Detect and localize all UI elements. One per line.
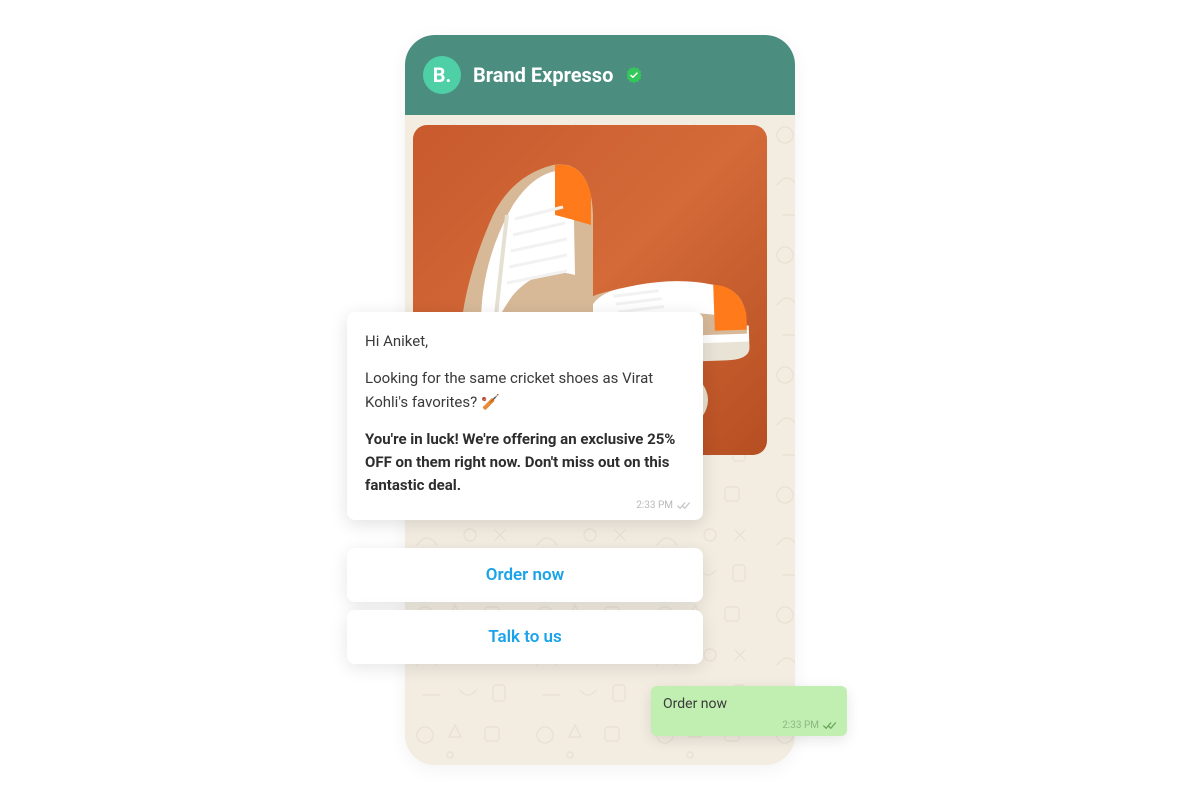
reply-timestamp: 2:33 PM [782,720,819,731]
message-timestamp: 2:33 PM [636,498,673,514]
brand-avatar[interactable]: B. [423,56,461,94]
order-now-button[interactable]: Order now [347,548,703,602]
brand-name-label: Brand Expresso [473,63,613,87]
avatar-initial: B. [433,63,452,87]
verified-badge-icon [625,66,643,84]
incoming-message-card: Hi Aniket, Looking for the same cricket … [347,312,703,520]
cricket-emoji-icon: 🏏 [481,393,500,411]
reply-text: Order now [663,696,727,712]
message-body-text: Looking for the same cricket shoes as Vi… [365,369,653,410]
talk-to-us-label: Talk to us [488,627,562,647]
talk-to-us-button[interactable]: Talk to us [347,610,703,664]
outgoing-reply-bubble: Order now 2:33 PM [651,686,847,736]
reply-timestamp-row: 2:33 PM [782,720,837,731]
message-bold-offer: You're in luck! We're offering an exclus… [365,428,685,498]
message-body-line: Looking for the same cricket shoes as Vi… [365,367,685,414]
order-now-label: Order now [486,565,564,585]
double-check-icon [677,501,691,511]
message-timestamp-row: 2:33 PM [636,498,691,514]
double-check-icon [823,721,837,731]
message-greeting: Hi Aniket, [365,330,685,353]
chat-header: B. Brand Expresso [405,35,795,115]
